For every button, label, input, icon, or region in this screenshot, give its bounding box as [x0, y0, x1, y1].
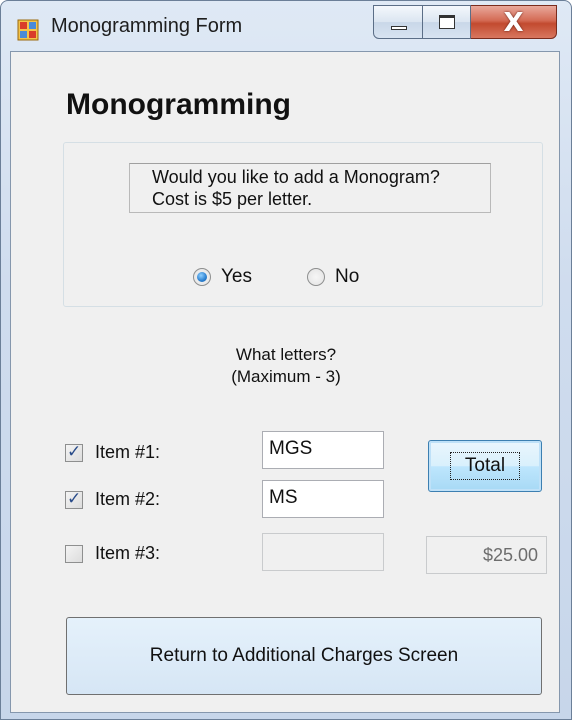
- question-line-1: Would you like to add a Monogram?: [152, 167, 440, 187]
- radio-yes-dot: [193, 268, 211, 286]
- item1-check-box: [65, 442, 83, 462]
- minimize-button[interactable]: [373, 5, 423, 39]
- item3-check-box: [65, 544, 83, 563]
- maximize-button[interactable]: [423, 5, 471, 39]
- item3-checkbox[interactable]: Item #3:: [65, 543, 160, 564]
- item2-checkbox[interactable]: Item #2:: [65, 489, 160, 510]
- window-title: Monogramming Form: [51, 15, 243, 37]
- letters-label: What letters? (Maximum - 3): [11, 344, 561, 388]
- item3-label: Item #3:: [95, 543, 161, 563]
- letters-label-line-2: (Maximum - 3): [231, 367, 341, 386]
- letters-label-line-1: What letters?: [235, 345, 337, 364]
- item2-input[interactable]: MS: [262, 480, 384, 518]
- item1-input[interactable]: MGS: [262, 431, 384, 469]
- question-label: Would you like to add a Monogram? Cost i…: [129, 163, 491, 213]
- minimize-icon: [391, 26, 407, 30]
- item1-checkbox[interactable]: Item #1:: [65, 442, 160, 463]
- item3-input: [262, 533, 384, 571]
- total-button-label: Total: [449, 452, 521, 480]
- close-icon: X: [503, 8, 524, 38]
- total-button[interactable]: Total: [428, 440, 542, 492]
- item2-check-box: [65, 489, 83, 509]
- form-client-area: Monogramming Would you like to add a Mon…: [10, 51, 560, 713]
- radio-yes-label: Yes: [221, 266, 252, 287]
- radio-no[interactable]: No: [307, 266, 359, 288]
- close-button[interactable]: X: [471, 5, 557, 39]
- total-output: $25.00: [426, 536, 547, 574]
- form-heading: Monogramming: [66, 88, 291, 121]
- app-icon: [17, 19, 39, 41]
- radio-no-label: No: [335, 266, 360, 287]
- radio-yes[interactable]: Yes: [193, 266, 252, 288]
- monogramming-window: Monogramming Form X Monogramming Would y…: [0, 0, 572, 720]
- item2-label: Item #2:: [95, 489, 161, 509]
- item1-label: Item #1:: [95, 442, 161, 462]
- caption-buttons: X: [373, 5, 557, 41]
- radio-no-dot: [307, 268, 325, 286]
- question-line-2: Cost is $5 per letter.: [152, 189, 313, 209]
- return-button[interactable]: Return to Additional Charges Screen: [66, 617, 542, 695]
- maximize-icon: [439, 15, 455, 29]
